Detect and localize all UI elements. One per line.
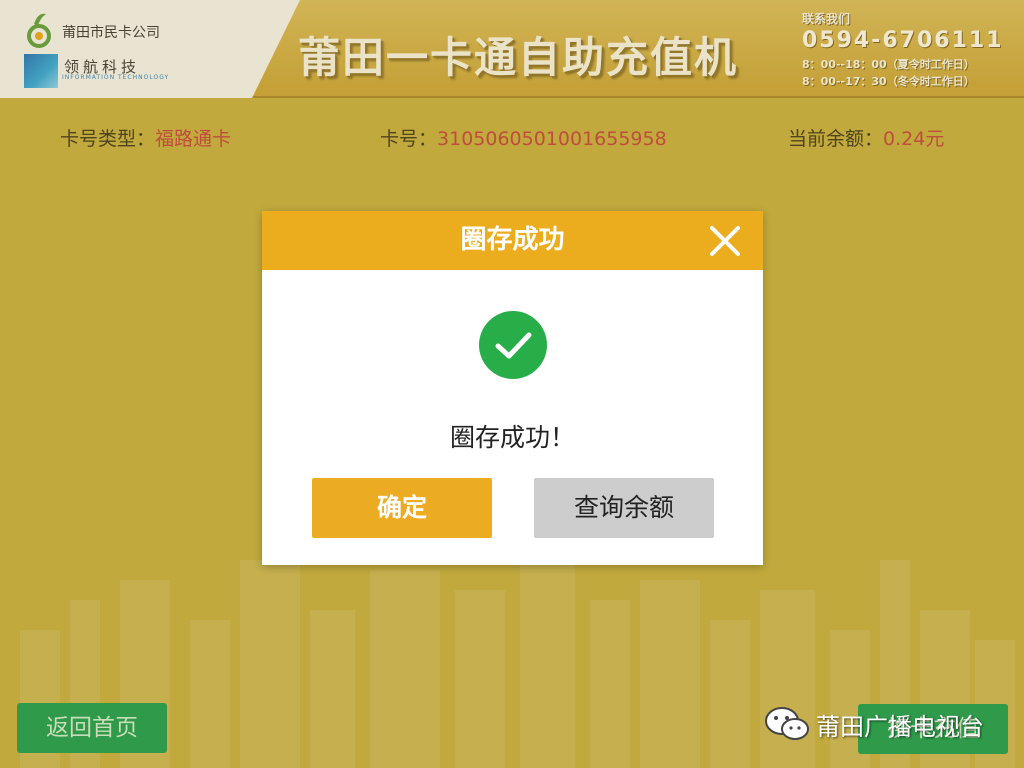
watermark: 莆田广播电视台 xyxy=(764,706,984,742)
dialog-title: 圈存成功 xyxy=(460,225,565,255)
dialog-message: 圈存成功！ xyxy=(449,423,575,452)
close-icon[interactable] xyxy=(706,222,744,260)
back-home-button[interactable]: 返回首页 xyxy=(17,703,167,753)
query-balance-button[interactable]: 查询余额 xyxy=(534,478,714,538)
confirm-button[interactable]: 确定 xyxy=(312,478,492,538)
success-dialog: 圈存成功 圈存成功！ 确定 查询余额 xyxy=(262,211,763,565)
check-circle-icon xyxy=(479,311,547,379)
watermark-text: 莆田广播电视台 xyxy=(816,712,984,741)
wechat-icon xyxy=(765,707,809,740)
